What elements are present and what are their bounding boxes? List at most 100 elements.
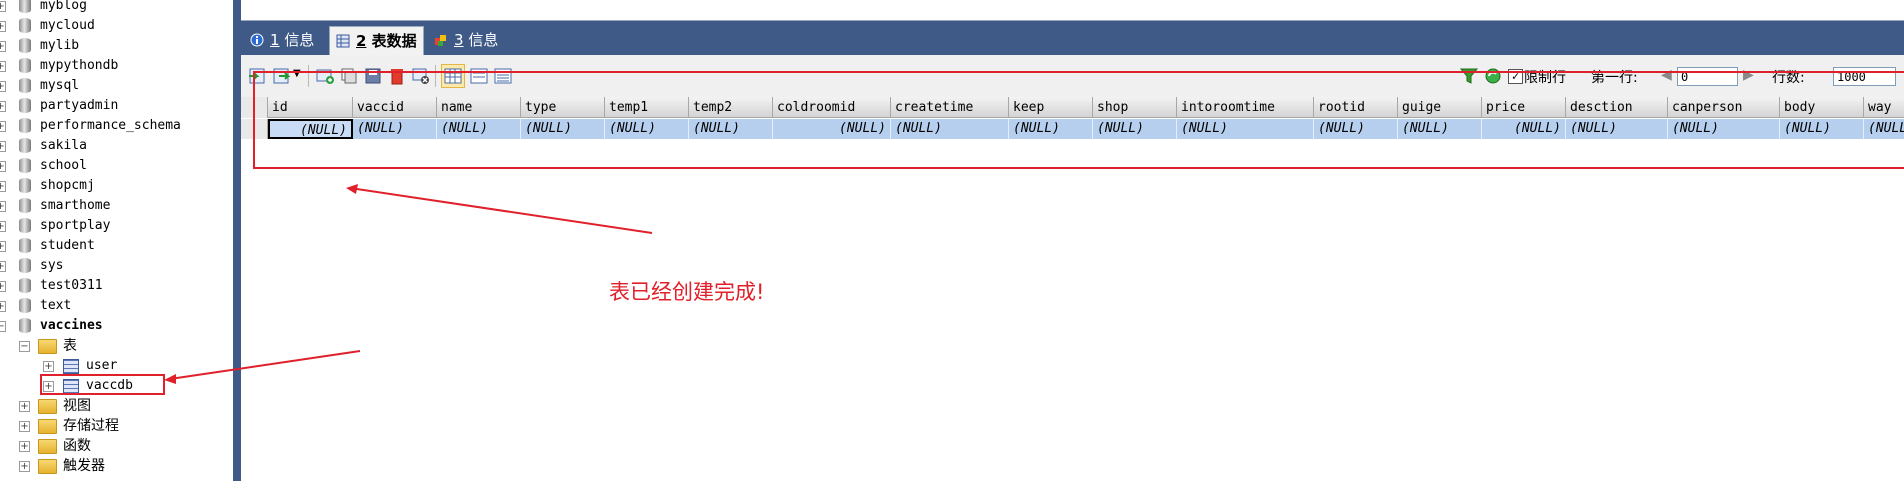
- cell-guige[interactable]: (NULL): [1398, 119, 1482, 139]
- cell-canperson[interactable]: (NULL): [1668, 119, 1780, 139]
- prev-page-icon[interactable]: ◀: [1661, 67, 1672, 83]
- expand-icon[interactable]: +: [19, 401, 30, 412]
- column-header-createtime[interactable]: createtime: [891, 97, 1009, 118]
- column-header-guige[interactable]: guige: [1398, 97, 1482, 118]
- collapse-icon[interactable]: −: [19, 341, 30, 352]
- select-all-corner[interactable]: [241, 97, 268, 118]
- expand-icon[interactable]: +: [43, 361, 54, 372]
- expand-icon[interactable]: +: [0, 201, 6, 212]
- tree-item-label: sakila: [40, 138, 87, 153]
- expand-icon[interactable]: +: [0, 241, 6, 252]
- collapse-icon[interactable]: −: [0, 321, 6, 332]
- column-header-intoroomtime[interactable]: intoroomtime: [1177, 97, 1314, 118]
- cell-body[interactable]: (NULL): [1780, 119, 1864, 139]
- cell-desction[interactable]: (NULL): [1566, 119, 1668, 139]
- first-row-input[interactable]: [1677, 67, 1738, 86]
- grid-view-icon[interactable]: [441, 64, 465, 88]
- cell-id[interactable]: (NULL): [268, 119, 353, 139]
- column-header-desction[interactable]: desction: [1566, 97, 1668, 118]
- expand-icon[interactable]: +: [0, 301, 6, 312]
- tree-item-label: myblog: [40, 0, 87, 13]
- expand-icon[interactable]: +: [0, 121, 6, 132]
- text-view-icon[interactable]: [493, 66, 513, 86]
- expand-icon[interactable]: +: [19, 461, 30, 472]
- tree-item-label: sys: [40, 258, 64, 273]
- export-icon[interactable]: [271, 66, 291, 86]
- expand-icon[interactable]: +: [0, 81, 6, 92]
- query-editor[interactable]: [241, 0, 1904, 21]
- expand-icon[interactable]: +: [0, 161, 6, 172]
- column-header-temp2[interactable]: temp2: [689, 97, 773, 118]
- tab-info-1[interactable]: 1 信息: [244, 26, 320, 55]
- tree-item-label: 表: [63, 338, 77, 354]
- expand-icon[interactable]: +: [0, 21, 6, 32]
- cell-way[interactable]: (NULL): [1864, 119, 1904, 139]
- column-header-rootid[interactable]: rootid: [1314, 97, 1398, 118]
- duplicate-row-icon[interactable]: [339, 66, 359, 86]
- next-page-icon[interactable]: ▶: [1743, 67, 1754, 83]
- column-header-canperson[interactable]: canperson: [1668, 97, 1780, 118]
- cell-temp2[interactable]: (NULL): [689, 119, 773, 139]
- cell-coldroomid[interactable]: (NULL): [773, 119, 891, 139]
- limit-rows-checkbox[interactable]: ✓: [1508, 69, 1523, 84]
- table-row[interactable]: (NULL) (NULL) (NULL) (NULL) (NULL) (NULL) (NUL…: [241, 119, 1904, 139]
- cell-price[interactable]: (NULL): [1482, 119, 1566, 139]
- cell-rootid[interactable]: (NULL): [1314, 119, 1398, 139]
- tab-table-data[interactable]: 2 表数据: [329, 26, 424, 55]
- limit-rows-label: 限制行: [1524, 70, 1566, 86]
- row-indicator[interactable]: [241, 119, 268, 139]
- cell-vaccid[interactable]: (NULL): [353, 119, 437, 139]
- tree-item-label: mysql: [40, 78, 80, 93]
- column-header-keep[interactable]: keep: [1009, 97, 1093, 118]
- chevron-down-icon[interactable]: ▼: [293, 68, 301, 79]
- database-icon: [19, 38, 31, 53]
- tree-item-label: vaccdb: [86, 378, 133, 393]
- cell-intoroomtime[interactable]: (NULL): [1177, 119, 1314, 139]
- tab-number: 2: [356, 32, 367, 50]
- add-row-icon[interactable]: [315, 66, 335, 86]
- column-header-name[interactable]: name: [437, 97, 521, 118]
- cell-createtime[interactable]: (NULL): [891, 119, 1009, 139]
- row-count-input[interactable]: [1833, 67, 1896, 86]
- form-view-icon[interactable]: [469, 66, 489, 86]
- tree-item-label: text: [40, 298, 72, 313]
- database-icon: [19, 98, 31, 113]
- column-header-vaccid[interactable]: vaccid: [353, 97, 437, 118]
- folder-icon: [38, 439, 57, 454]
- expand-icon[interactable]: +: [0, 61, 6, 72]
- expand-icon[interactable]: +: [19, 441, 30, 452]
- folder-icon: [38, 339, 57, 354]
- save-icon[interactable]: [363, 66, 383, 86]
- expand-icon[interactable]: +: [0, 281, 6, 292]
- cancel-changes-icon[interactable]: [411, 66, 431, 86]
- expand-icon[interactable]: +: [0, 221, 6, 232]
- expand-icon[interactable]: +: [0, 261, 6, 272]
- filter-icon[interactable]: [1459, 66, 1479, 86]
- expand-icon[interactable]: +: [0, 141, 6, 152]
- cell-shop[interactable]: (NULL): [1093, 119, 1177, 139]
- expand-icon[interactable]: +: [19, 421, 30, 432]
- column-header-coldroomid[interactable]: coldroomid: [773, 97, 891, 118]
- column-header-way[interactable]: way: [1864, 97, 1904, 118]
- database-tree: + myblog + mycloud + mylib + mypythondb + mysql + p…: [0, 0, 233, 481]
- column-header-body[interactable]: body: [1780, 97, 1864, 118]
- cell-keep[interactable]: (NULL): [1009, 119, 1093, 139]
- refresh-icon[interactable]: [1483, 66, 1503, 86]
- cell-type[interactable]: (NULL): [521, 119, 605, 139]
- column-header-price[interactable]: price: [1482, 97, 1566, 118]
- delete-icon[interactable]: [387, 66, 407, 86]
- expand-icon[interactable]: +: [0, 181, 6, 192]
- column-header-temp1[interactable]: temp1: [605, 97, 689, 118]
- cell-name[interactable]: (NULL): [437, 119, 521, 139]
- column-header-shop[interactable]: shop: [1093, 97, 1177, 118]
- expand-icon[interactable]: +: [0, 101, 6, 112]
- tab-info-3[interactable]: 3 信息: [428, 26, 504, 55]
- expand-icon[interactable]: +: [0, 41, 6, 52]
- column-header-type[interactable]: type: [521, 97, 605, 118]
- pane-splitter[interactable]: [233, 0, 241, 481]
- cell-temp1[interactable]: (NULL): [605, 119, 689, 139]
- expand-icon[interactable]: +: [0, 1, 6, 12]
- column-header-id[interactable]: id: [268, 97, 353, 118]
- expand-icon[interactable]: +: [43, 381, 54, 392]
- import-icon[interactable]: [247, 66, 267, 86]
